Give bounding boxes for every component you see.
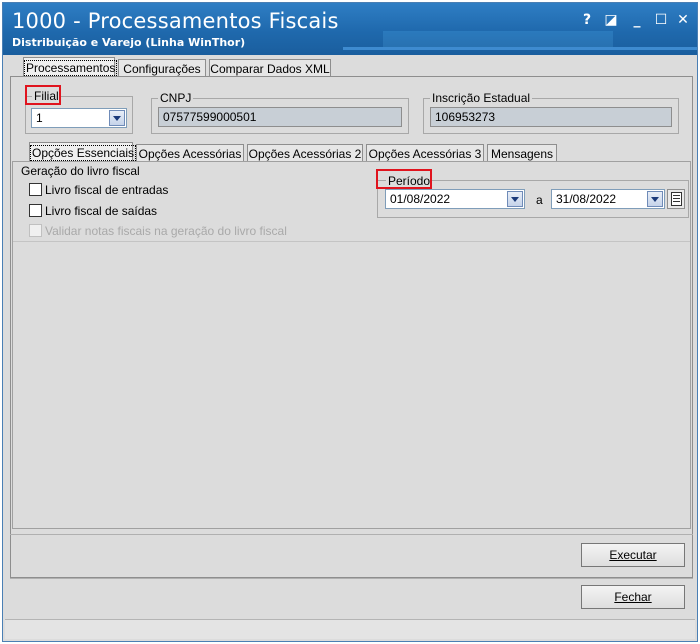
tab-opcoes-essenciais-label: Opções Essenciais	[30, 145, 137, 161]
livro-entradas-label: Livro fiscal de entradas	[45, 183, 169, 197]
livro-entradas-option[interactable]: Livro fiscal de entradas	[29, 183, 229, 199]
calendar-icon[interactable]	[667, 189, 685, 209]
periodo-end-date[interactable]: 31/08/2022	[551, 189, 665, 209]
title-bar[interactable]: 1000 - Processamentos Fiscais Distribuiç…	[3, 3, 697, 55]
periodo-end-value: 31/08/2022	[556, 192, 617, 206]
executar-label: Executar	[609, 548, 657, 562]
livro-saidas-option[interactable]: Livro fiscal de saídas	[29, 204, 229, 220]
bottom-separator	[10, 534, 693, 535]
periodo-separator: a	[536, 193, 543, 207]
close-icon[interactable]: ✕	[673, 11, 693, 29]
livro-saidas-label: Livro fiscal de saídas	[45, 204, 158, 218]
panel-divider	[13, 241, 690, 242]
cnpj-value: 07577599000501	[163, 110, 257, 124]
periodo-start-value: 01/08/2022	[390, 192, 451, 206]
window-title: 1000 - Processamentos Fiscais	[12, 9, 339, 33]
geracao-title: Geração do livro fiscal	[21, 164, 140, 178]
livro-saidas-checkbox[interactable]	[29, 204, 42, 217]
filial-select[interactable]: 1	[31, 108, 127, 128]
inscricao-field: 106953273	[430, 107, 672, 127]
status-bar	[5, 619, 695, 639]
chevron-down-icon[interactable]	[647, 191, 663, 207]
tab-processamentos-label: Processamentos	[24, 60, 118, 76]
executar-button[interactable]: Executar	[581, 543, 685, 567]
validar-notas-label: Validar notas fiscais na geração do livr…	[45, 224, 287, 238]
periodo-start-date[interactable]: 01/08/2022	[385, 189, 525, 209]
validar-notas-option: Validar notas fiscais na geração do livr…	[29, 224, 289, 240]
restore-icon[interactable]: ◪	[601, 11, 621, 29]
validar-notas-checkbox	[29, 224, 42, 237]
minimize-icon[interactable]: _	[627, 11, 647, 29]
filial-value: 1	[36, 111, 43, 125]
inscricao-value: 106953273	[435, 110, 496, 124]
main-window: 1000 - Processamentos Fiscais Distribuiç…	[2, 2, 698, 642]
maximize-icon[interactable]: ☐	[651, 11, 671, 29]
filial-highlight	[25, 85, 61, 105]
chevron-down-icon[interactable]	[109, 110, 125, 126]
cnpj-field: 07577599000501	[158, 107, 402, 127]
chevron-down-icon[interactable]	[507, 191, 523, 207]
window-subtitle: Distribuição e Varejo (Linha WinThor)	[12, 36, 246, 49]
inscricao-legend: Inscrição Estadual	[430, 91, 533, 105]
livro-entradas-checkbox[interactable]	[29, 183, 42, 196]
cnpj-legend: CNPJ	[158, 91, 194, 105]
help-icon[interactable]: ?	[577, 11, 597, 29]
fechar-label: Fechar	[614, 590, 652, 604]
fechar-button[interactable]: Fechar	[581, 585, 685, 609]
periodo-highlight	[376, 169, 432, 189]
title-stripe	[343, 47, 697, 50]
footer-separator	[10, 578, 693, 579]
